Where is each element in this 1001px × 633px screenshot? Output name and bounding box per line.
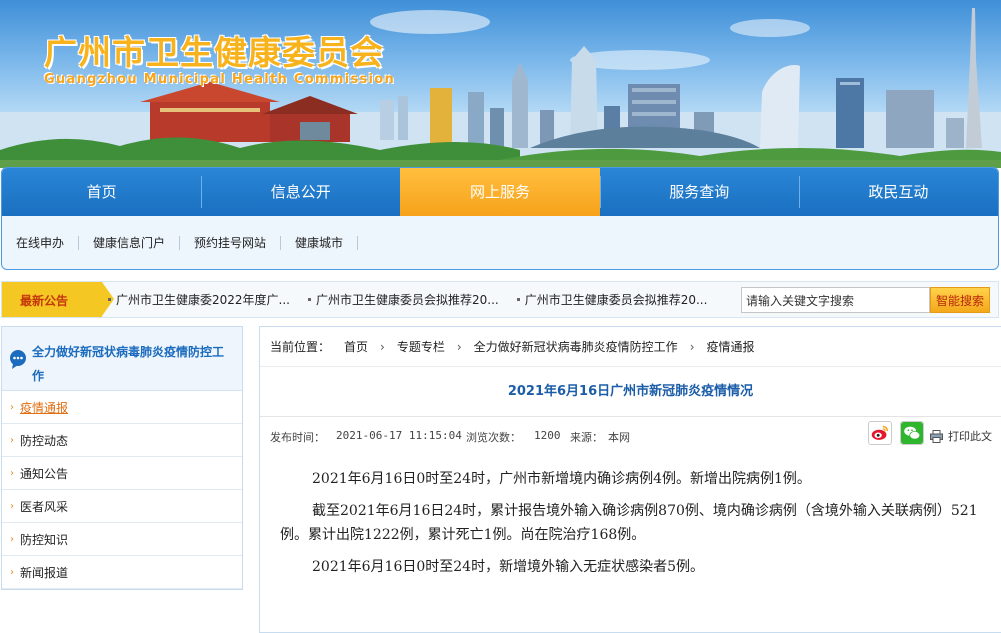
sidebar-item-label: 医者风采 bbox=[20, 499, 69, 514]
sidebar-item-notices[interactable]: › 通知公告 bbox=[2, 457, 242, 490]
latest-notice-bar: 最新公告 广州市卫生健康委2022年度广... 广州市卫生健康委员会拟推荐20.… bbox=[1, 281, 999, 318]
subnav-health-portal[interactable]: 健康信息门户 bbox=[93, 236, 181, 250]
weibo-icon[interactable] bbox=[868, 421, 892, 445]
notice-link-text: 广州市卫生健康委员会拟推荐20... bbox=[524, 293, 708, 307]
notice-link[interactable]: 广州市卫生健康委员会拟推荐20... bbox=[307, 291, 499, 308]
header-banner: 广州市卫生健康委员会 Guangzhou Municipal Health Co… bbox=[0, 0, 1001, 168]
breadcrumb-epidemic-report[interactable]: 疫情通报 bbox=[707, 338, 755, 355]
subnav-appointment-site[interactable]: 预约挂号网站 bbox=[194, 236, 282, 250]
views-label: 浏览次数： bbox=[466, 431, 521, 444]
sidebar-item-prevention-knowledge[interactable]: › 防控知识 bbox=[2, 523, 242, 556]
bullet-icon bbox=[108, 298, 111, 301]
chevron-right-icon: › bbox=[689, 339, 695, 354]
notice-list: 广州市卫生健康委2022年度广... 广州市卫生健康委员会拟推荐20... 广州… bbox=[108, 282, 725, 317]
breadcrumb-lead: 当前位置： bbox=[270, 340, 331, 354]
site-title-cn: 广州市卫生健康委员会 bbox=[44, 33, 384, 72]
main-navigation: 首页 信息公开 网上服务 服务查询 政民互动 在线申办 健康信息门户 预约挂号网… bbox=[1, 167, 999, 270]
breadcrumb-epidemic-work[interactable]: 全力做好新冠状病毒肺炎疫情防控工作 bbox=[474, 338, 678, 355]
sidebar-item-epidemic-report[interactable]: › 疫情通报 bbox=[2, 391, 242, 424]
chevron-right-icon: › bbox=[10, 566, 14, 578]
chat-bubble-icon bbox=[10, 350, 26, 369]
sidebar-item-news-reports[interactable]: › 新闻报道 bbox=[2, 556, 242, 589]
breadcrumb: 当前位置： 首页 › 专题专栏 › 全力做好新冠状病毒肺炎疫情防控工作 › 疫情… bbox=[260, 327, 1001, 367]
sidebar-item-medical-staff[interactable]: › 医者风采 bbox=[2, 490, 242, 523]
source-value: 本网 bbox=[608, 431, 630, 444]
article-paragraph: 截至2021年6月16日24时，累计报告境外输入确诊病例870例、境内确诊病例（… bbox=[280, 503, 978, 543]
print-button[interactable]: 打印此文 bbox=[930, 428, 992, 444]
publish-label: 发布时间： bbox=[270, 431, 325, 444]
sidebar-item-label: 新闻报道 bbox=[20, 565, 69, 580]
wechat-icon[interactable] bbox=[900, 421, 924, 445]
article-paragraph: 2021年6月16日0时至24时，广州市新增境内确诊病例4例。新增出院病例1例。 bbox=[312, 471, 811, 487]
sidebar: 全力做好新冠状病毒肺炎疫情防控工 作 › 疫情通报 › 防控动态 › 通知公告 … bbox=[1, 326, 243, 590]
search-input[interactable] bbox=[741, 287, 930, 313]
article-body: 2021年6月16日0时至24时，广州市新增境内确诊病例4例。新增出院病例1例。… bbox=[260, 459, 1001, 579]
article-meta: 发布时间： 2021-06-17 11:15:04 浏览次数： 1200 来源：… bbox=[260, 417, 1001, 459]
nav-item-service-query[interactable]: 服务查询 bbox=[599, 168, 799, 216]
chevron-right-icon: › bbox=[10, 500, 14, 512]
sidebar-item-label: 疫情通报 bbox=[20, 400, 69, 415]
source-label: 来源： bbox=[570, 431, 603, 444]
sidebar-item-label: 防控知识 bbox=[20, 532, 69, 547]
nav-item-home[interactable]: 首页 bbox=[2, 168, 201, 216]
publish-time: 2021-06-17 11:15:04 bbox=[336, 429, 462, 442]
sidebar-title: 全力做好新冠状病毒肺炎疫情防控工 bbox=[32, 345, 225, 359]
notice-link-text: 广州市卫生健康委员会拟推荐20... bbox=[315, 293, 499, 307]
breadcrumb-home[interactable]: 首页 bbox=[344, 338, 368, 355]
notice-link[interactable]: 广州市卫生健康委2022年度广... bbox=[108, 291, 290, 308]
article-paragraph: 2021年6月16日0时至24时，新增境外输入无症状感染者5例。 bbox=[312, 559, 704, 575]
site-title-en: Guangzhou Municipal Health Commission bbox=[44, 72, 396, 87]
views-count: 1200 bbox=[534, 429, 561, 442]
bullet-icon bbox=[516, 298, 520, 301]
sidebar-header: 全力做好新冠状病毒肺炎疫情防控工 作 bbox=[2, 327, 242, 391]
print-label: 打印此文 bbox=[948, 430, 992, 443]
nav-sub-bar: 在线申办 健康信息门户 预约挂号网站 健康城市 bbox=[2, 216, 998, 269]
chevron-right-icon: › bbox=[10, 401, 14, 413]
nav-item-public-interaction[interactable]: 政民互动 bbox=[798, 168, 998, 216]
sidebar-title-cont: 作 bbox=[32, 369, 45, 383]
smart-search-button[interactable]: 智能搜索 bbox=[930, 287, 990, 313]
notice-link-text: 广州市卫生健康委2022年度广... bbox=[116, 293, 290, 307]
notice-link[interactable]: 广州市卫生健康委员会拟推荐20... bbox=[516, 291, 708, 308]
sidebar-item-label: 通知公告 bbox=[20, 466, 69, 481]
bullet-icon bbox=[307, 298, 311, 301]
notice-tag-label: 最新公告 bbox=[20, 294, 69, 308]
chevron-right-icon: › bbox=[10, 434, 14, 446]
subnav-online-application[interactable]: 在线申办 bbox=[16, 236, 80, 250]
breadcrumb-special-topics[interactable]: 专题专栏 bbox=[397, 338, 445, 355]
article-title: 2021年6月16日广州市新冠肺炎疫情情况 bbox=[260, 367, 1001, 417]
notice-tag: 最新公告 bbox=[2, 282, 114, 317]
nav-item-info-disclosure[interactable]: 信息公开 bbox=[201, 168, 400, 216]
nav-item-online-services[interactable]: 网上服务 bbox=[400, 168, 600, 216]
chevron-right-icon: › bbox=[10, 533, 14, 545]
subnav-healthy-city[interactable]: 健康城市 bbox=[295, 236, 359, 250]
sidebar-menu: › 疫情通报 › 防控动态 › 通知公告 › 医者风采 › 防控知识 › 新闻报… bbox=[2, 391, 242, 589]
chevron-right-icon: › bbox=[10, 467, 14, 479]
printer-icon bbox=[930, 429, 943, 443]
chevron-right-icon: › bbox=[380, 339, 385, 354]
nav-primary-bar: 首页 信息公开 网上服务 服务查询 政民互动 bbox=[2, 168, 998, 216]
sidebar-item-prevention-news[interactable]: › 防控动态 bbox=[2, 424, 242, 457]
sidebar-item-label: 防控动态 bbox=[20, 433, 69, 448]
chevron-right-icon: › bbox=[456, 339, 462, 354]
article-panel: 当前位置： 首页 › 专题专栏 › 全力做好新冠状病毒肺炎疫情防控工作 › 疫情… bbox=[259, 326, 1001, 633]
